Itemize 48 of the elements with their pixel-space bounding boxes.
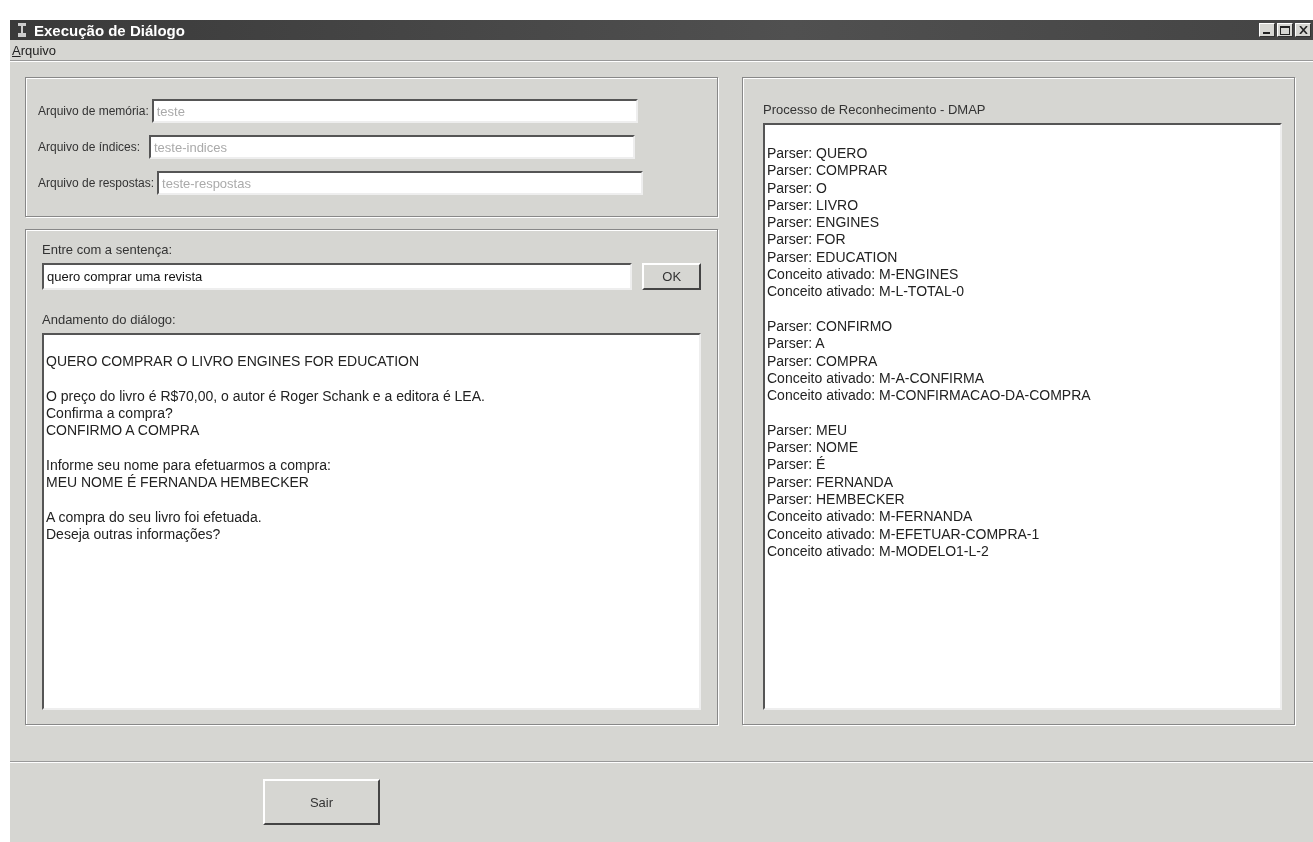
log-line: Parser: LIVRO — [767, 196, 859, 215]
log-line: Parser: FOR — [767, 231, 846, 249]
maximize-button[interactable] — [1277, 23, 1293, 37]
log-line: O preço do livro é R$70,00, o autor é Roger Schank e a editora é LEA. — [46, 387, 485, 405]
log-line: Conceito ativado: M-A-CONFIRMA — [767, 369, 985, 388]
log-line: Parser: MEU — [767, 421, 848, 440]
field-label: Arquivo de respostas: — [38, 176, 155, 190]
log-line: Parser: CONFIRMO — [767, 317, 893, 336]
field-label: Arquivo de memória: — [38, 104, 149, 118]
log-line: Parser: É — [767, 456, 826, 474]
log-line: A compra do seu livro foi efetuada. — [46, 508, 262, 526]
log-line: Deseja outras informações? — [46, 525, 221, 544]
exit-button[interactable]: Sair — [263, 779, 380, 825]
window-title: Execução de Diálogo — [34, 21, 185, 39]
log-line: Conceito ativado: M-MODELO1-L-2 — [767, 542, 989, 561]
log-line: Confirma a compra? — [46, 404, 173, 423]
app-icon — [16, 22, 28, 38]
log-line: Conceito ativado: M-ENGINES — [767, 266, 959, 284]
log-line: MEU NOME É FERNANDA HEMBECKER — [46, 474, 309, 492]
log-line: QUERO COMPRAR O LIVRO ENGINES FOR EDUCATION — [46, 353, 420, 371]
log-line: Parser: COMPRA — [767, 352, 878, 370]
log-line: Parser: FERNANDA — [767, 473, 894, 491]
dialog-log[interactable] — [42, 333, 701, 710]
minimize-button[interactable] — [1259, 23, 1275, 37]
log-line: CONFIRMO A COMPRA — [46, 422, 200, 440]
log-line: Parser: QUERO — [767, 145, 868, 163]
log-line: Conceito ativado: M-EFETUAR-COMPRA-1 — [767, 525, 1040, 543]
log-line: Conceito ativado: M-L-TOTAL-0 — [767, 283, 965, 301]
ok-button[interactable]: OK — [642, 263, 701, 290]
log-line: Conceito ativado: M-CONFIRMACAO-DA-COMPRA — [767, 387, 1091, 405]
field-label: Arquivo de índices: — [38, 140, 142, 154]
panel-title: Processo de Reconhecimento - DMAP — [763, 102, 986, 117]
log-line: Parser: HEMBECKER — [767, 490, 905, 509]
log-line: Parser: NOME — [767, 439, 858, 456]
log-line: Parser: EDUCATION — [767, 248, 898, 267]
log-line: Parser: O — [767, 179, 827, 197]
log-line: Conceito ativado: M-FERNANDA — [767, 508, 973, 526]
close-icon — [1298, 26, 1308, 34]
log-line: Parser: ENGINES — [767, 214, 880, 232]
sentence-field[interactable]: quero comprar uma revista — [42, 263, 633, 290]
menu-item[interactable]: Arquivo — [10, 42, 59, 58]
log-line: Parser: A — [767, 335, 825, 353]
log-line: Parser: COMPRAR — [767, 162, 888, 180]
log-line: Informe seu nome para efetuarmos a compra: — [46, 456, 331, 474]
field-label: Andamento do diálogo: — [42, 312, 176, 327]
field-label: Entre com a sentença: — [42, 242, 173, 257]
maximize-icon — [1280, 25, 1290, 35]
close-button[interactable] — [1295, 23, 1311, 37]
